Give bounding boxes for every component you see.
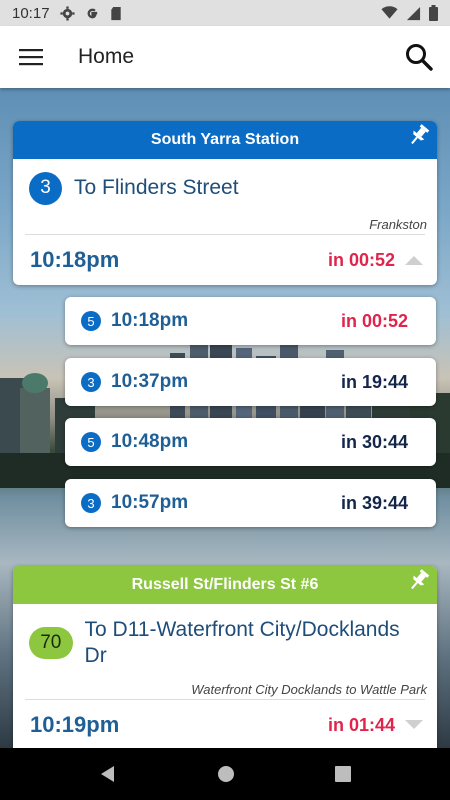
pin-icon[interactable]	[407, 568, 431, 592]
route-destination: To Flinders Street	[74, 176, 239, 199]
home-icon[interactable]	[217, 765, 235, 783]
battery-icon	[429, 5, 438, 21]
home-content[interactable]: South Yarra Station 3 To Flinders Street…	[0, 88, 450, 748]
next-departure-row[interactable]: 10:19pm in 01:44	[13, 700, 437, 748]
chevron-down-icon[interactable]	[403, 718, 425, 732]
status-bar: 10:17	[0, 0, 450, 26]
route-destination: To D11-Waterfront City/Docklands Dr	[84, 618, 400, 667]
departure-time: 10:57pm	[111, 492, 189, 513]
back-icon[interactable]	[99, 765, 117, 783]
google-icon	[87, 8, 97, 18]
route-badge: 3	[81, 493, 101, 513]
departure-card[interactable]: 5 10:48pm in 30:44	[65, 418, 436, 466]
route-badge: 5	[81, 432, 101, 452]
next-departure-countdown: in 01:44	[327, 714, 395, 735]
route-badge: 3	[29, 171, 62, 205]
departure-countdown: in 30:44	[340, 431, 408, 452]
next-departure-time: 10:19pm	[30, 712, 120, 737]
route-line: 70 To D11-Waterfront City/Docklands Dr	[13, 604, 437, 682]
wifi-icon	[381, 6, 398, 19]
sd-card-icon	[110, 6, 121, 20]
app-bar: Home	[0, 26, 450, 88]
route-badge: 70	[29, 627, 73, 659]
next-departure-countdown: in 00:52	[327, 249, 395, 270]
departure-countdown: in 00:52	[340, 310, 408, 331]
page-title: Home	[78, 45, 135, 68]
stop-card[interactable]: South Yarra Station 3 To Flinders Street…	[13, 121, 437, 285]
route-via: Waterfront City Docklands to Wattle Park	[191, 682, 427, 697]
next-departure-row[interactable]: 10:18pm in 00:52	[13, 235, 437, 285]
stop-name: South Yarra Station	[150, 131, 300, 148]
departure-time: 10:37pm	[111, 371, 189, 392]
departure-countdown: in 19:44	[340, 371, 408, 392]
status-time: 10:17	[12, 4, 50, 22]
settings-icon	[60, 5, 75, 21]
departure-time: 10:48pm	[111, 431, 189, 452]
search-button[interactable]	[388, 26, 450, 88]
signal-icon	[406, 6, 421, 20]
stop-header: Russell St/Flinders St #6	[13, 566, 437, 604]
next-departure-time: 10:18pm	[30, 247, 120, 272]
route-via: Frankston	[369, 217, 427, 232]
menu-button[interactable]	[0, 26, 62, 88]
route-line: 3 To Flinders Street	[13, 159, 437, 217]
pin-icon[interactable]	[407, 123, 431, 147]
departure-countdown: in 39:44	[340, 492, 408, 513]
stop-card[interactable]: Russell St/Flinders St #6 70 To D11-Wate…	[13, 566, 437, 748]
search-icon	[406, 44, 433, 71]
departure-card[interactable]: 5 10:18pm in 00:52	[65, 297, 436, 345]
stop-name: Russell St/Flinders St #6	[131, 576, 319, 593]
menu-icon	[19, 49, 43, 66]
chevron-up-icon[interactable]	[403, 253, 425, 267]
route-badge: 3	[81, 372, 101, 392]
stop-header: South Yarra Station	[13, 121, 437, 159]
route-badge: 5	[81, 311, 101, 331]
departure-card[interactable]: 3 10:57pm in 39:44	[65, 479, 436, 527]
recents-icon[interactable]	[335, 766, 351, 782]
departure-time: 10:18pm	[111, 310, 189, 331]
system-nav-bar	[0, 748, 450, 800]
departure-card[interactable]: 3 10:37pm in 19:44	[65, 358, 436, 406]
